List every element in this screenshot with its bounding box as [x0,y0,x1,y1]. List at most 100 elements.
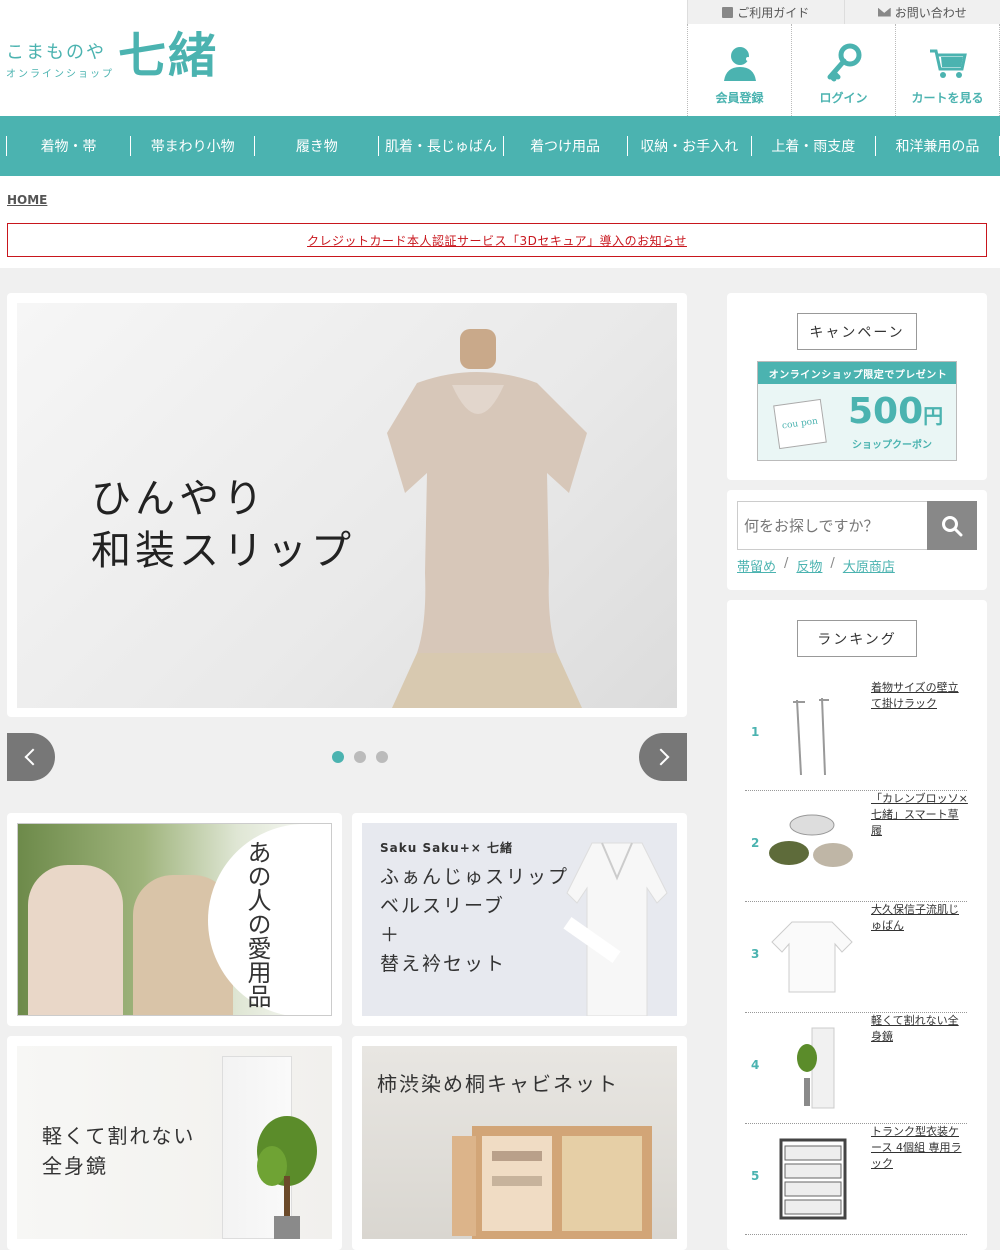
guide-label: ご利用ガイド [737,5,810,20]
rack-illustration [793,697,829,776]
notice-banner: クレジットカード本人認証サービス「3Dセキュア」導入のお知らせ [7,223,987,257]
slider-dot-3[interactable] [376,751,388,763]
hero-slider: ひんやり 和装スリップ [7,293,687,717]
account-nav: 会員登録 ログイン カートを見る [687,24,1000,116]
tag-tanmono[interactable]: 反物 [796,556,822,575]
ranking-item-name[interactable]: 「カレンブロッソ×七緒」スマート草履 [871,791,969,839]
garment-illustration [563,842,668,1016]
contact-label: お問い合わせ [894,5,967,20]
banner-mirror-line2: 全身鏡 [42,1154,108,1178]
banner-slip-set-line1: ふぁんじゅスリップ [380,866,570,888]
banner-cabinet-title: 柿渋染め桐キャビネット [377,1072,619,1096]
coupon-amount: 500円 [848,392,943,436]
campaign-panel: キャンペーン オンラインショップ限定でプレゼント cou pon 500円 ショ… [727,293,987,480]
cart-label: カートを見る [911,91,984,105]
ranking-item[interactable]: 2 「カレンブロッソ×七緒」スマート草履 [745,791,969,902]
nav-item-underwear[interactable]: 肌着・長じゅばん [378,136,502,156]
member-register-label: 会員登録 [715,91,764,105]
ranking-number: 2 [751,836,760,850]
search-button[interactable] [927,501,977,550]
nav-item-kimono[interactable]: 着物・帯 [6,136,130,156]
ranking-item[interactable]: 3 大久保信子流肌じゅばん [745,902,967,1013]
nav-item-dual-use[interactable]: 和洋兼用の品 [874,136,1000,156]
ranking-item-name[interactable]: 大久保信子流肌じゅばん [871,902,969,934]
breadcrumb-home[interactable]: HOME [7,193,47,207]
banner-mirror[interactable]: 軽くて割れない 全身鏡 [7,1036,342,1250]
ranking-item-name[interactable]: 着物サイズの壁立て掛けラック [871,680,969,712]
tag-ohara-shoten[interactable]: 大原商店 [843,556,895,575]
banner-slip-set-brand: Saku Saku+× 七緒 [380,841,513,855]
banner-mirror-title: 軽くて割れない 全身鏡 [42,1121,195,1181]
zori-illustration [769,814,853,867]
tag-separator: / [830,556,835,571]
ranking-panel: ランキング 1 着物サイズの壁立て掛けラック 2 「カレンブロッソ×七緒」スマー… [727,600,987,1250]
coupon-yen: 円 [923,404,944,428]
slider-prev-button[interactable] [7,733,55,781]
tag-obidome[interactable]: 帯留め [737,556,776,575]
banner-favorite-items-title: あの人の愛用品 [243,840,271,1008]
slider-next-button[interactable] [639,733,687,781]
banner-favorite-items[interactable]: あの人の愛用品 [7,813,342,1026]
book-icon [722,6,734,18]
logo-title: 七緒 [118,28,219,84]
banner-slip-set[interactable]: Saku Saku+× 七緒 ふぁんじゅスリップ ベルスリーブ ＋ 替え衿セット [352,813,687,1026]
coupon-subtitle: ショップクーポン [852,440,932,451]
ranking-item[interactable]: 4 軽くて割れない全身鏡 [745,1013,967,1124]
banner-cabinet[interactable]: 柿渋染め桐キャビネット [352,1036,687,1250]
category-nav: 着物・帯 帯まわり小物 履き物 肌着・長じゅばん 着つけ用品 収納・お手入れ 上… [0,116,1000,176]
hero-headline-line2: 和装スリップ [91,528,355,574]
person-left-illustration [28,865,123,1015]
slider-dot-2[interactable] [354,751,366,763]
mannequin-illustration [387,329,587,708]
slider-dot-1[interactable] [332,751,344,763]
nav-item-footwear[interactable]: 履き物 [254,136,378,156]
banner-cabinet-image: 柿渋染め桐キャビネット [362,1046,677,1239]
nav-item-dressing-tools[interactable]: 着つけ用品 [502,136,627,156]
contact-link[interactable]: お問い合わせ [843,0,1000,24]
banner-slip-set-line4: 替え衿セット [380,953,507,975]
mirror-thumb-illustration [797,1027,835,1109]
search-panel: 何をお探しですか？ 帯留め / 反物 / 大原商店 [727,490,987,590]
ranking-number: 5 [751,1169,760,1183]
slider-dots [332,751,388,763]
coupon-banner[interactable]: オンラインショップ限定でプレゼント cou pon 500円 ショップクーポン [757,361,957,461]
mail-icon [877,7,891,17]
ranking-number: 3 [751,947,760,961]
ranking-item-name[interactable]: 軽くて割れない全身鏡 [871,1013,969,1045]
tag-separator: / [784,556,789,571]
notice-link[interactable]: クレジットカード本人認証サービス「3Dセキュア」導入のお知らせ [307,232,687,249]
banner-slip-set-image: Saku Saku+× 七緒 ふぁんじゅスリップ ベルスリーブ ＋ 替え衿セット [362,823,677,1016]
site-logo[interactable]: こまものや オンラインショップ 七緒 [6,28,246,88]
coupon-amount-value: 500 [848,391,924,432]
hero-headline: ひんやり 和装スリップ [91,473,355,577]
login-label: ログイン [819,91,868,105]
cabinet-illustration [452,1126,652,1239]
member-icon [723,47,756,81]
top-utility-nav: ご利用ガイド お問い合わせ [687,0,1000,24]
hero-headline-line1: ひんやり [91,476,267,522]
cart-link[interactable]: カートを見る [895,24,1000,116]
logo-subtitle: こまものや [6,42,106,63]
ranking-number: 1 [751,725,760,739]
hero-slide-image[interactable]: ひんやり 和装スリップ [17,303,677,708]
ranking-item[interactable]: 1 着物サイズの壁立て掛けラック [745,680,967,791]
banner-mirror-line1: 軽くて割れない [42,1124,196,1148]
banner-slip-set-line2: ベルスリーブ [380,895,505,917]
ranking-title: ランキング [797,620,917,657]
search-input[interactable]: 何をお探しですか？ [737,501,927,550]
ranking-item-name[interactable]: トランク型衣装ケース 4個組 専用ラック [871,1124,969,1172]
nav-item-outerwear[interactable]: 上着・雨支度 [750,136,875,156]
banner-mirror-image: 軽くて割れない 全身鏡 [17,1046,332,1239]
case-rack-illustration [779,1138,847,1220]
ranking-item[interactable]: 5 トランク型衣装ケース 4個組 専用ラック [745,1124,967,1235]
banner-slip-set-title: ふぁんじゅスリップ ベルスリーブ ＋ 替え衿セット [380,863,569,979]
nav-item-storage-care[interactable]: 収納・お手入れ [626,136,751,156]
member-register-link[interactable]: 会員登録 [687,24,791,116]
coupon-headline: オンラインショップ限定でプレゼント [758,362,956,384]
banner-slip-set-line3: ＋ [380,924,402,946]
nav-item-obi-accessories[interactable]: 帯まわり小物 [130,136,254,156]
login-link[interactable]: ログイン [791,24,895,116]
guide-link[interactable]: ご利用ガイド [687,0,844,24]
logo-online-shop: オンラインショップ [6,69,114,80]
undershirt-illustration [771,921,853,993]
